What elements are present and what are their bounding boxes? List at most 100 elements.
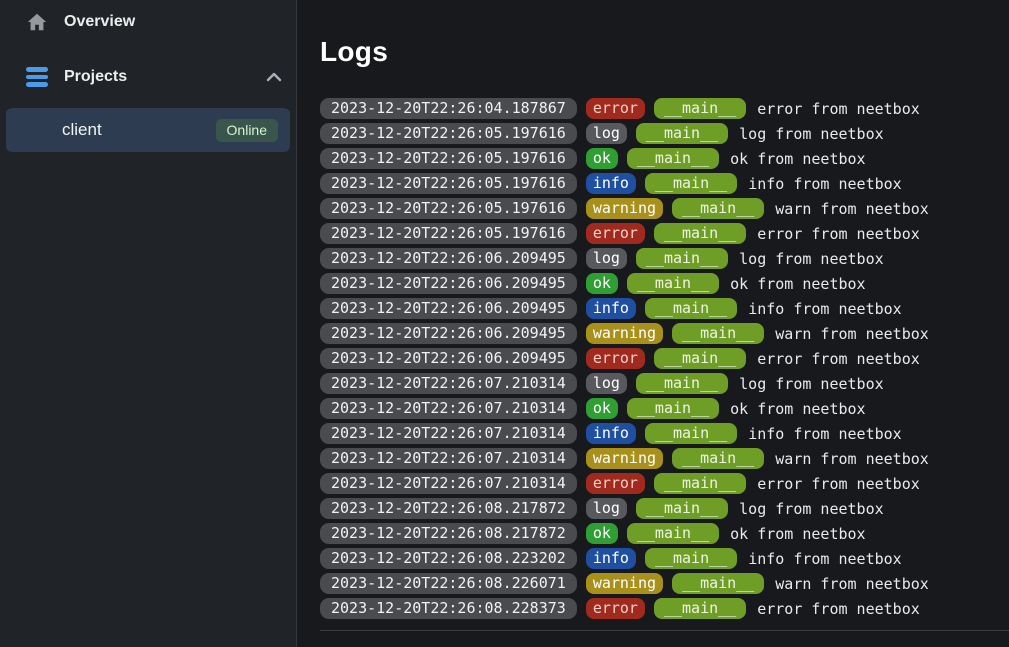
log-level-badge: error (586, 223, 645, 244)
log-series-badge: __main__ (672, 198, 764, 219)
log-timestamp: 2023-12-20T22:26:07.210314 (320, 398, 577, 419)
log-timestamp: 2023-12-20T22:26:05.197616 (320, 223, 577, 244)
log-series-badge: __main__ (672, 323, 764, 344)
log-timestamp: 2023-12-20T22:26:08.226071 (320, 573, 577, 594)
log-row: 2023-12-20T22:26:06.209495 ok __main__ o… (320, 273, 1009, 294)
log-level-badge: error (586, 98, 645, 119)
log-level-badge: log (586, 373, 627, 394)
log-row: 2023-12-20T22:26:04.187867 error __main_… (320, 98, 1009, 119)
log-series-badge: __main__ (654, 348, 746, 369)
log-timestamp: 2023-12-20T22:26:08.228373 (320, 598, 577, 619)
log-message: warn from neetbox (775, 450, 929, 468)
log-timestamp: 2023-12-20T22:26:08.217872 (320, 498, 577, 519)
log-row: 2023-12-20T22:26:08.228373 error __main_… (320, 598, 1009, 619)
sidebar-item-label: Projects (64, 68, 127, 86)
log-series-badge: __main__ (627, 148, 719, 169)
log-series-badge: __main__ (654, 98, 746, 119)
log-timestamp: 2023-12-20T22:26:06.209495 (320, 323, 577, 344)
log-message: error from neetbox (757, 475, 920, 493)
log-timestamp: 2023-12-20T22:26:06.209495 (320, 298, 577, 319)
log-series-badge: __main__ (654, 223, 746, 244)
logs-divider (320, 630, 1009, 631)
log-timestamp: 2023-12-20T22:26:07.210314 (320, 423, 577, 444)
home-icon (26, 11, 48, 33)
log-level-badge: error (586, 348, 645, 369)
menu-icon (26, 66, 48, 88)
log-message: log from neetbox (739, 500, 884, 518)
log-row: 2023-12-20T22:26:06.209495 error __main_… (320, 348, 1009, 369)
log-row: 2023-12-20T22:26:07.210314 warning __mai… (320, 448, 1009, 469)
log-series-badge: __main__ (654, 473, 746, 494)
log-series-badge: __main__ (627, 398, 719, 419)
log-timestamp: 2023-12-20T22:26:07.210314 (320, 448, 577, 469)
log-message: error from neetbox (757, 100, 920, 118)
sidebar-item-projects[interactable]: Projects (0, 55, 296, 99)
sidebar-item-label: Overview (64, 13, 135, 31)
log-row: 2023-12-20T22:26:08.217872 log __main__ … (320, 498, 1009, 519)
log-series-badge: __main__ (627, 523, 719, 544)
log-message: error from neetbox (757, 225, 920, 243)
log-series-badge: __main__ (636, 373, 728, 394)
log-timestamp: 2023-12-20T22:26:06.209495 (320, 248, 577, 269)
log-series-badge: __main__ (672, 448, 764, 469)
log-row: 2023-12-20T22:26:07.210314 log __main__ … (320, 373, 1009, 394)
log-message: error from neetbox (757, 600, 920, 618)
main-content: Logs 2023-12-20T22:26:04.187867 error __… (297, 0, 1009, 647)
log-level-badge: warning (586, 448, 663, 469)
log-row: 2023-12-20T22:26:06.209495 warning __mai… (320, 323, 1009, 344)
log-series-badge: __main__ (645, 548, 737, 569)
log-series-badge: __main__ (636, 123, 728, 144)
log-timestamp: 2023-12-20T22:26:04.187867 (320, 98, 577, 119)
log-message: warn from neetbox (775, 575, 929, 593)
log-series-badge: __main__ (645, 423, 737, 444)
chevron-up-icon (266, 72, 282, 82)
log-level-badge: warning (586, 573, 663, 594)
log-level-badge: info (586, 173, 636, 194)
log-level-badge: ok (586, 148, 618, 169)
log-timestamp: 2023-12-20T22:26:08.223202 (320, 548, 577, 569)
log-row: 2023-12-20T22:26:08.226071 warning __mai… (320, 573, 1009, 594)
log-series-badge: __main__ (645, 298, 737, 319)
log-timestamp: 2023-12-20T22:26:07.210314 (320, 373, 577, 394)
log-row: 2023-12-20T22:26:05.197616 ok __main__ o… (320, 148, 1009, 169)
log-level-badge: warning (586, 198, 663, 219)
log-level-badge: log (586, 498, 627, 519)
log-row: 2023-12-20T22:26:06.209495 info __main__… (320, 298, 1009, 319)
log-series-badge: __main__ (672, 573, 764, 594)
log-row: 2023-12-20T22:26:07.210314 error __main_… (320, 473, 1009, 494)
log-level-badge: log (586, 248, 627, 269)
log-message: warn from neetbox (775, 325, 929, 343)
log-row: 2023-12-20T22:26:07.210314 ok __main__ o… (320, 398, 1009, 419)
log-timestamp: 2023-12-20T22:26:05.197616 (320, 148, 577, 169)
log-message: info from neetbox (748, 425, 902, 443)
log-message: log from neetbox (739, 250, 884, 268)
log-timestamp: 2023-12-20T22:26:05.197616 (320, 173, 577, 194)
log-timestamp: 2023-12-20T22:26:06.209495 (320, 348, 577, 369)
log-series-badge: __main__ (627, 273, 719, 294)
sidebar: Overview Projects client Online (0, 0, 297, 647)
log-message: ok from neetbox (730, 150, 865, 168)
log-row: 2023-12-20T22:26:06.209495 log __main__ … (320, 248, 1009, 269)
log-level-badge: info (586, 298, 636, 319)
log-message: ok from neetbox (730, 400, 865, 418)
sidebar-item-client[interactable]: client Online (6, 108, 290, 152)
log-timestamp: 2023-12-20T22:26:06.209495 (320, 273, 577, 294)
sidebar-item-overview[interactable]: Overview (0, 0, 296, 44)
logs-list: 2023-12-20T22:26:04.187867 error __main_… (320, 98, 1009, 619)
log-message: info from neetbox (748, 550, 902, 568)
log-series-badge: __main__ (636, 248, 728, 269)
log-level-badge: ok (586, 273, 618, 294)
log-row: 2023-12-20T22:26:05.197616 info __main__… (320, 173, 1009, 194)
log-message: warn from neetbox (775, 200, 929, 218)
log-message: log from neetbox (739, 125, 884, 143)
status-badge: Online (216, 119, 278, 142)
log-series-badge: __main__ (636, 498, 728, 519)
log-level-badge: error (586, 598, 645, 619)
log-level-badge: info (586, 423, 636, 444)
log-level-badge: error (586, 473, 645, 494)
log-series-badge: __main__ (645, 173, 737, 194)
log-row: 2023-12-20T22:26:08.217872 ok __main__ o… (320, 523, 1009, 544)
log-level-badge: warning (586, 323, 663, 344)
log-series-badge: __main__ (654, 598, 746, 619)
log-message: log from neetbox (739, 375, 884, 393)
